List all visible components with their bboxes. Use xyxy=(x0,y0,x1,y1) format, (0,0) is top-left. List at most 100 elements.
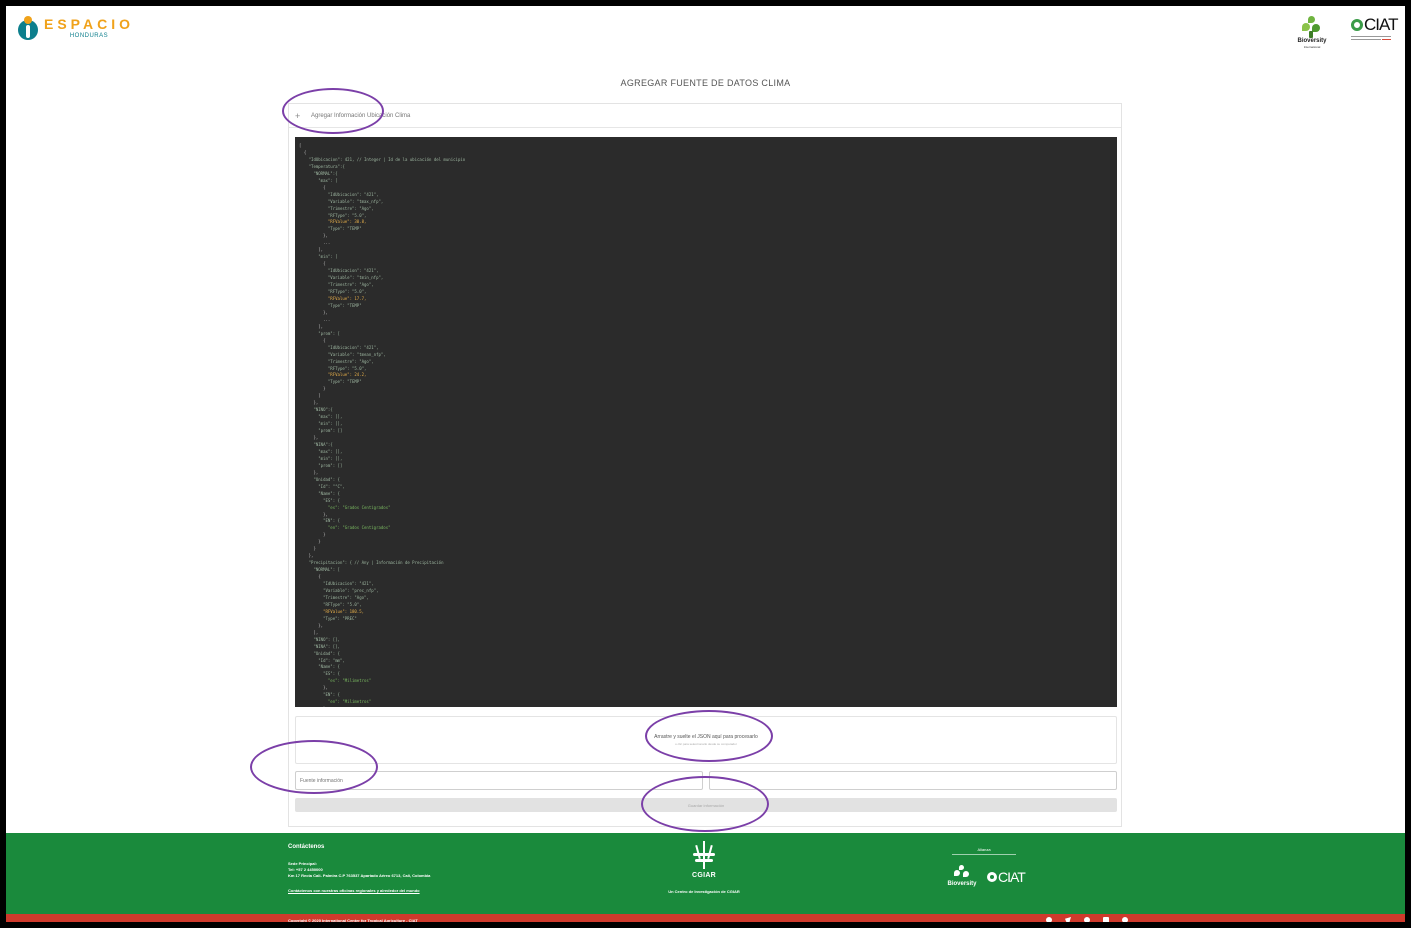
code-line: } xyxy=(299,532,326,538)
code-line: "IdUbicacion": "421", xyxy=(299,344,379,350)
site-header: ESPACIO HONDURAS Bioversity Internationa… xyxy=(6,6,1405,62)
save-info-button[interactable]: Guardar información xyxy=(295,798,1117,812)
dropzone-hint: o clic para seleccionarlo desde su compu… xyxy=(675,742,737,746)
facebook-icon[interactable] xyxy=(1046,917,1052,923)
copyright-text: Copyright © 2020 International Center fo… xyxy=(288,918,418,923)
code-line: "RFValue": 24.2, xyxy=(299,372,367,378)
bioversity-leaf-icon xyxy=(953,865,971,881)
code-line: }, xyxy=(299,233,328,239)
code-line: "Name": { xyxy=(299,664,340,670)
code-line: "Trimestre": "Ago", xyxy=(299,358,374,364)
code-line: } xyxy=(299,386,326,392)
cgiar-wheat-icon xyxy=(691,841,717,869)
code-line: [ xyxy=(299,143,302,148)
code-line: "ES": { xyxy=(299,497,340,503)
code-line: "Variable": "tmax_nfp", xyxy=(299,198,384,204)
twitter-icon[interactable] xyxy=(1065,917,1071,923)
code-line: { xyxy=(299,337,326,343)
code-line: } xyxy=(299,539,321,545)
cgiar-name: CGIAR xyxy=(691,872,717,879)
code-line: "NINA": [], xyxy=(299,643,340,649)
code-line: "Variable": "tmin_nfp", xyxy=(299,275,384,281)
espacio-logo-icon xyxy=(18,16,38,42)
espacio-honduras-logo[interactable]: ESPACIO HONDURAS xyxy=(18,16,134,42)
bioversity-logo[interactable]: Bioversity International xyxy=(1295,16,1329,49)
code-line: ], xyxy=(299,247,324,253)
code-line: "Precipitacion": { // Any | Información … xyxy=(299,560,444,566)
bioversity-leaf-icon xyxy=(1300,16,1324,38)
code-line: "RFValue": 17.7, xyxy=(299,295,367,301)
bioversity-sub: International xyxy=(1303,45,1321,49)
code-line: "RFValue": 30.8, xyxy=(299,219,367,225)
code-line: }, xyxy=(299,553,314,559)
code-line: "Trimestre": "Ago", xyxy=(299,282,374,288)
json-example-code: [ { "IdUbicacion": 421, // Integer | Id … xyxy=(299,143,1117,707)
code-line: "en": "Milímetros" xyxy=(299,699,372,705)
code-line: "IdUbicacion": "421", xyxy=(299,581,374,587)
code-line: { xyxy=(299,149,307,155)
code-line: "Unidad": { xyxy=(299,476,340,482)
code-line: "Trimestre": "Ago", xyxy=(299,594,369,600)
date-input[interactable] xyxy=(709,771,1117,790)
code-line: "Variable": "prec_nfp", xyxy=(299,588,379,593)
footer-ciat-name: CIAT xyxy=(998,868,1026,885)
site-footer: Contáctenos Sede Principal: Tel: +57 2 4… xyxy=(6,833,1405,914)
code-line: "ES": { xyxy=(299,671,340,677)
code-line: "min": [], xyxy=(299,421,343,427)
code-line: "RFType": "5.0", xyxy=(299,289,367,295)
contact-section: Contáctenos Sede Principal: Tel: +57 2 4… xyxy=(288,844,430,893)
code-line: "EN": { xyxy=(299,692,340,698)
code-line: "Unidad": { xyxy=(299,650,340,656)
code-line: "max": [], xyxy=(299,448,343,454)
alliance-section: Alianza Bioversity CIAT xyxy=(947,847,1025,888)
source-info-input[interactable] xyxy=(295,771,703,790)
code-line: } xyxy=(299,546,316,552)
dropzone-title: Arrastre y suelte el JSON aquí para proc… xyxy=(654,734,758,740)
code-line: "prom": [] xyxy=(299,428,343,434)
code-line: "min": [], xyxy=(299,455,343,461)
ciat-logo[interactable]: CIAT xyxy=(1351,16,1398,43)
code-line: }, xyxy=(299,511,328,517)
code-line: "max": [ xyxy=(299,177,338,183)
copyright-bar: Copyright © 2020 International Center fo… xyxy=(6,914,1405,928)
bioversity-name: Bioversity xyxy=(1297,38,1327,44)
code-line: ... xyxy=(299,316,331,322)
code-line: "prom": [ xyxy=(299,330,340,336)
partner-logos: Bioversity International CIAT xyxy=(1295,16,1398,50)
code-line: ], xyxy=(299,323,324,329)
regional-offices-link[interactable]: Contáctenos con nuestras oficinas region… xyxy=(288,888,430,893)
flickr-icon[interactable] xyxy=(1122,917,1128,923)
ciat-name: CIAT xyxy=(1364,15,1398,34)
code-line: }, xyxy=(299,685,328,691)
cgiar-section: CGIAR Un Centro de Investigación de CGIA… xyxy=(652,841,756,894)
code-line: "Trimestre": "Ago", xyxy=(299,205,374,211)
instagram-icon[interactable] xyxy=(1084,917,1090,923)
footer-ciat-logo[interactable]: CIAT xyxy=(987,868,1026,886)
location-info-accordion[interactable]: + Agregar Información Ubicación Clima xyxy=(289,104,1121,128)
code-line: { xyxy=(299,184,326,190)
code-line: "NORMAL":{ xyxy=(299,170,338,176)
code-line: "Id": "°C", xyxy=(299,483,345,489)
code-line: "Type": "TEMP" xyxy=(299,379,362,385)
alliance-title: Alianza xyxy=(952,847,1016,855)
code-line: "es": "Milímetros" xyxy=(299,678,372,684)
youtube-icon[interactable] xyxy=(1103,917,1109,923)
code-line: "max": [], xyxy=(299,414,343,420)
page-title: AGREGAR FUENTE DE DATOS CLIMA xyxy=(620,78,791,88)
code-line: "NORMAL": [ xyxy=(299,567,340,573)
code-line: "es": "Grados Centígrados" xyxy=(299,504,391,510)
code-line: "Type": "TEMP" xyxy=(299,302,362,308)
footer-bioversity-name: Bioversity xyxy=(947,881,977,887)
brand-name: ESPACIO xyxy=(44,16,134,32)
code-line: "Variable": "tmean_nfp", xyxy=(299,351,386,357)
json-dropzone[interactable]: Arrastre y suelte el JSON aquí para proc… xyxy=(295,716,1117,764)
data-source-form-card: + Agregar Información Ubicación Clima [ … xyxy=(288,103,1122,827)
code-line: "NINO": [], xyxy=(299,636,340,642)
code-line: "Temperatura":{ xyxy=(299,163,345,169)
plus-icon[interactable]: + xyxy=(295,111,305,121)
footer-bioversity-logo[interactable]: Bioversity xyxy=(945,865,979,888)
form-fields-row xyxy=(295,771,1117,791)
code-line: ] xyxy=(299,393,321,399)
code-line: { xyxy=(299,261,326,267)
ciat-mark-icon xyxy=(1351,19,1363,31)
